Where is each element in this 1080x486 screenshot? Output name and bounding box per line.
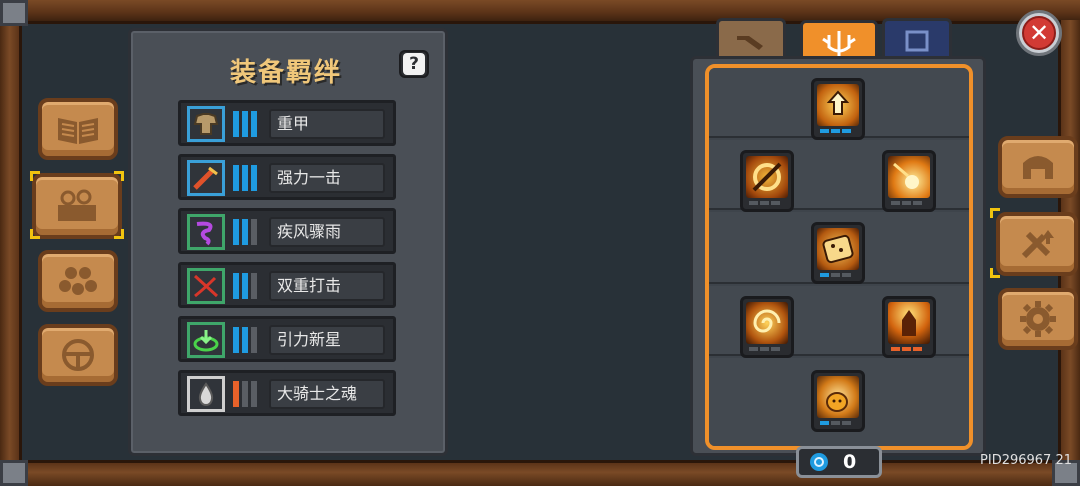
selection-corner xyxy=(114,229,124,239)
skill-node-golden-spirit[interactable] xyxy=(811,370,865,432)
category-gear-button[interactable] xyxy=(998,288,1078,350)
blue-gem-icon xyxy=(810,453,828,471)
bond-level-bar xyxy=(242,273,248,299)
frame-corner xyxy=(0,460,28,486)
dice-block-icon xyxy=(817,228,859,270)
selection-corner xyxy=(30,171,40,181)
category-equipment-button[interactable] xyxy=(32,173,122,239)
close-button[interactable]: ✕ xyxy=(1016,10,1062,56)
power-strike-icon xyxy=(187,160,225,196)
bond-name: 疾风骤雨 xyxy=(269,217,385,247)
question-icon: ? xyxy=(403,53,425,75)
selection-corner xyxy=(990,208,1000,218)
player-id: PID296967 21 xyxy=(980,453,1072,468)
spiral-blast-icon xyxy=(746,302,788,344)
bond-level-bar xyxy=(242,381,248,407)
skill-node-flame-guardian[interactable] xyxy=(882,296,936,358)
bond-name: 引力新星 xyxy=(269,325,385,355)
double-strike-icon xyxy=(187,268,225,304)
bond-row[interactable]: 重甲 xyxy=(178,100,396,146)
bond-level-bars xyxy=(233,165,263,191)
bond-row[interactable]: 引力新星 xyxy=(178,316,396,362)
tab-weapon[interactable] xyxy=(716,18,786,60)
storm-icon xyxy=(187,214,225,250)
bond-row[interactable]: 强力一击 xyxy=(178,154,396,200)
skill-node-ring-slash[interactable] xyxy=(740,150,794,212)
bond-level-bar xyxy=(233,219,239,245)
bond-level-bar xyxy=(233,273,239,299)
golden-spirit-icon xyxy=(817,376,859,418)
book-icon xyxy=(58,118,98,144)
bond-level-bar xyxy=(251,273,257,299)
ring-slash-icon xyxy=(746,156,788,198)
bond-level-bar xyxy=(251,327,257,353)
gear-icon xyxy=(1020,301,1056,337)
frame-bottom xyxy=(0,460,1080,486)
bond-level-bar xyxy=(233,111,239,137)
bond-level-bar xyxy=(242,111,248,137)
frame-left xyxy=(0,20,22,466)
help-button[interactable]: ? xyxy=(399,50,429,78)
skill-node-fire-orb[interactable] xyxy=(882,150,936,212)
bond-level-bars xyxy=(233,219,263,245)
gems-icon xyxy=(59,267,97,295)
bond-row[interactable]: 双重打击 xyxy=(178,262,396,308)
page-title: 装备羁绊 xyxy=(230,58,343,88)
steering-wheel-icon xyxy=(62,339,94,371)
category-book-button[interactable] xyxy=(38,98,118,160)
shield-up-icon xyxy=(817,84,859,126)
bond-level-bar xyxy=(233,327,239,353)
bond-level-bars xyxy=(233,381,263,407)
bond-row[interactable]: 疾风骤雨 xyxy=(178,208,396,254)
category-skill-upgrade-button[interactable] xyxy=(996,212,1078,276)
category-helmet-button[interactable] xyxy=(998,136,1078,198)
gem-count: 0 xyxy=(843,451,857,473)
skill-node-dice-block[interactable] xyxy=(811,222,865,284)
bond-level-bars xyxy=(233,111,263,137)
selection-corner xyxy=(30,229,40,239)
selection-corner xyxy=(114,171,124,181)
bond-level-bar xyxy=(251,381,257,407)
category-wheel-button[interactable] xyxy=(38,324,118,386)
bond-level-bar xyxy=(251,219,257,245)
frame-corner xyxy=(0,0,28,26)
bond-row[interactable]: 大骑士之魂 xyxy=(178,370,396,416)
skill-node-spiral-blast[interactable] xyxy=(740,296,794,358)
knight-soul-icon xyxy=(187,376,225,412)
bond-name: 双重打击 xyxy=(269,271,385,301)
trident-shield-icon xyxy=(822,30,856,57)
bond-level-bar xyxy=(251,165,257,191)
gravity-nova-icon xyxy=(187,322,225,358)
bond-name: 大骑士之魂 xyxy=(269,379,385,409)
gem-counter: 0 xyxy=(796,446,882,478)
skill-node-shield-up[interactable] xyxy=(811,78,865,140)
bond-level-bar xyxy=(242,165,248,191)
bond-level-bar xyxy=(242,327,248,353)
bond-level-bar xyxy=(251,111,257,137)
helmet-icon xyxy=(1023,156,1053,179)
banner-icon xyxy=(905,30,929,51)
close-icon: ✕ xyxy=(1022,16,1056,50)
bond-name: 强力一击 xyxy=(269,163,385,193)
tab-shield[interactable] xyxy=(882,18,952,60)
chest-swirl-icon xyxy=(58,189,96,221)
wrench-icon xyxy=(737,35,763,50)
heavy-armor-icon xyxy=(187,106,225,142)
flame-guardian-icon xyxy=(888,302,930,344)
fire-orb-icon xyxy=(888,156,930,198)
bond-level-bars xyxy=(233,327,263,353)
bond-level-bar xyxy=(233,381,239,407)
selection-corner xyxy=(990,268,1000,278)
bond-name: 重甲 xyxy=(269,109,385,139)
bond-level-bar xyxy=(233,165,239,191)
category-gems-button[interactable] xyxy=(38,250,118,312)
bond-level-bars xyxy=(233,273,263,299)
sword-upgrade-icon xyxy=(1021,230,1054,259)
bond-level-bar xyxy=(242,219,248,245)
